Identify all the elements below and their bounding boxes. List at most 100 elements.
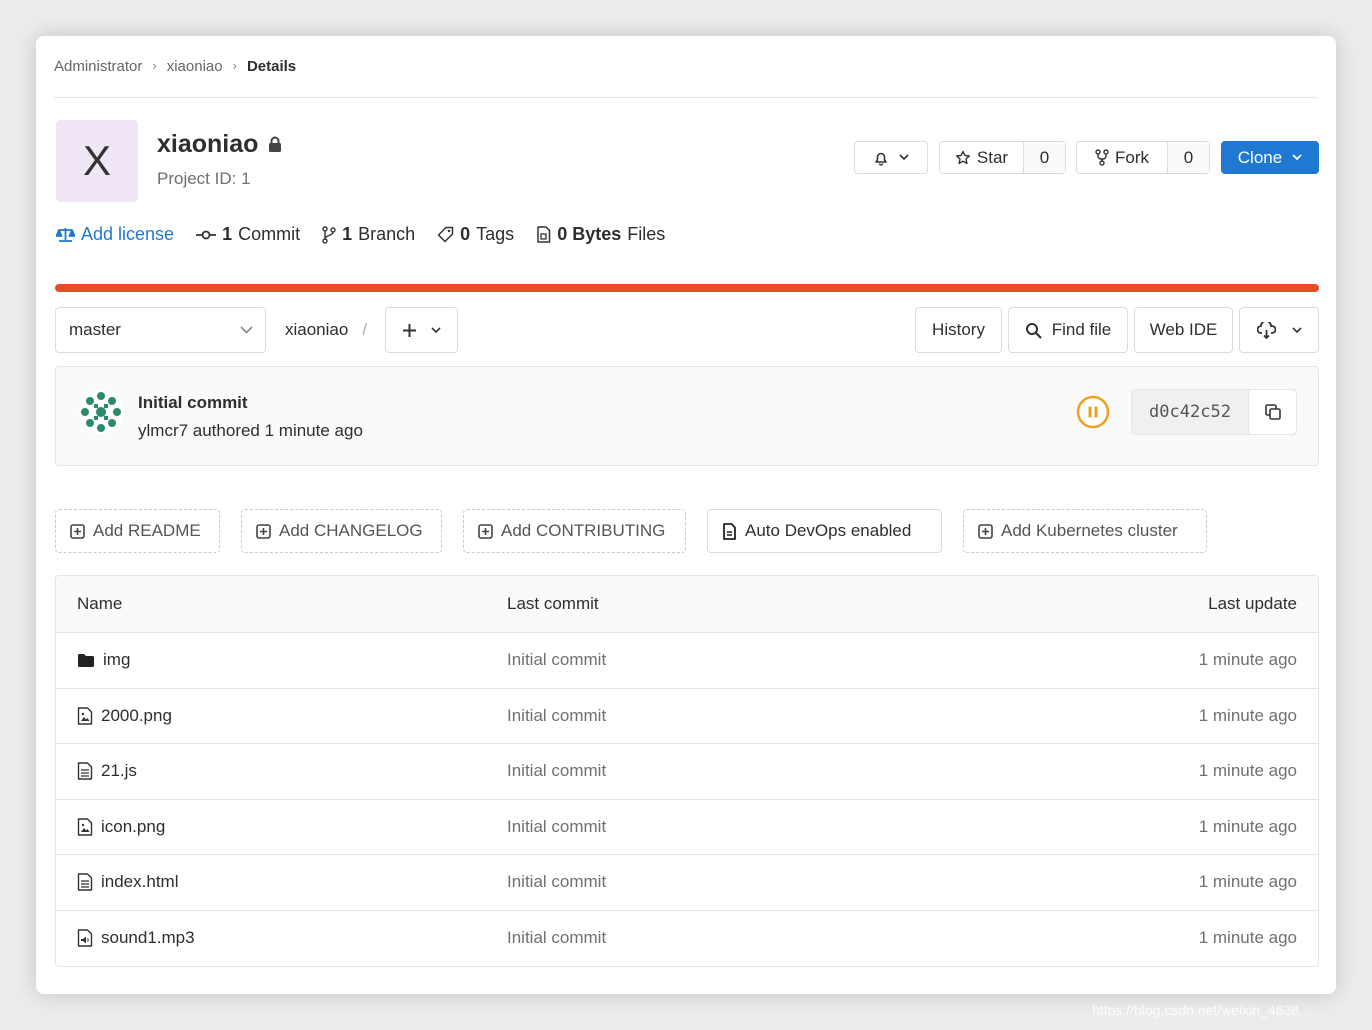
add-license-link[interactable]: Add license xyxy=(56,224,174,245)
add-contributing-button[interactable]: Add CONTRIBUTING xyxy=(463,509,686,553)
add-changelog-label: Add CHANGELOG xyxy=(279,521,423,540)
commit-message-cell[interactable]: Initial commit xyxy=(507,817,606,837)
add-readme-label: Add README xyxy=(93,521,201,540)
table-row[interactable]: 2000.png Initial commit 1 minute ago xyxy=(56,689,1318,744)
commit-icon xyxy=(196,229,217,241)
header-name: Name xyxy=(77,594,123,613)
last-update-cell: 1 minute ago xyxy=(1198,872,1297,892)
table-row[interactable]: img Initial commit 1 minute ago xyxy=(56,633,1318,689)
table-row[interactable]: sound1.mp3 Initial commit 1 minute ago xyxy=(56,911,1318,967)
add-file-dropdown[interactable] xyxy=(385,307,458,353)
plus-square-icon xyxy=(978,523,993,539)
star-label: Star xyxy=(976,147,1009,167)
chevron-down-icon xyxy=(1292,154,1302,161)
branches-count: 1 xyxy=(342,224,353,244)
clone-label: Clone xyxy=(1237,147,1283,167)
doc-icon xyxy=(722,522,737,540)
author-avatar[interactable] xyxy=(78,389,124,435)
add-license-label: Add license xyxy=(81,224,175,244)
auto-devops-button[interactable]: Auto DevOps enabled xyxy=(707,509,942,553)
repo-path-root[interactable]: xiaoniao xyxy=(285,320,348,339)
last-update-cell: 1 minute ago xyxy=(1198,761,1297,781)
auto-devops-label: Auto DevOps enabled xyxy=(745,521,912,540)
commit-sha-group: d0c42c52 xyxy=(1131,389,1297,435)
last-update-cell: 1 minute ago xyxy=(1198,816,1297,836)
star-button[interactable]: Star xyxy=(940,142,1023,173)
notification-dropdown[interactable] xyxy=(854,141,928,174)
chevron-down-icon xyxy=(899,154,909,161)
file-name-cell[interactable]: index.html xyxy=(77,872,178,892)
copy-icon xyxy=(1264,403,1282,421)
plus-icon xyxy=(402,323,417,338)
fork-label: Fork xyxy=(1115,147,1149,167)
commit-sha[interactable]: d0c42c52 xyxy=(1132,390,1249,434)
star-count[interactable]: 0 xyxy=(1023,142,1065,173)
file-name-cell[interactable]: 21.js xyxy=(77,761,137,781)
chevron-right-icon: › xyxy=(232,58,237,73)
breadcrumb-current[interactable]: Details xyxy=(247,58,296,75)
copy-sha-button[interactable] xyxy=(1249,390,1296,434)
last-update-cell: 1 minute ago xyxy=(1198,705,1297,725)
commits-count: 1 xyxy=(222,224,233,244)
lock-icon xyxy=(268,136,282,153)
plus-square-icon xyxy=(256,523,271,539)
table-row[interactable]: index.html Initial commit 1 minute ago xyxy=(56,855,1318,911)
cloud-download-icon xyxy=(1256,321,1276,339)
commit-message-cell[interactable]: Initial commit xyxy=(507,928,606,948)
file-name: index.html xyxy=(101,872,179,892)
file-tree-table: Name Last commit Last update img Initial… xyxy=(55,575,1319,967)
file-name-cell[interactable]: img xyxy=(77,650,130,670)
add-changelog-button[interactable]: Add CHANGELOG xyxy=(241,509,442,553)
files-size-link[interactable]: 0 Bytes Files xyxy=(536,224,665,245)
commits-link[interactable]: 1 Commit xyxy=(196,224,300,245)
star-button-group: Star 0 xyxy=(939,141,1066,174)
commits-label: Commit xyxy=(238,224,301,244)
history-button[interactable]: History xyxy=(915,307,1002,353)
commit-message-cell[interactable]: Initial commit xyxy=(507,872,606,892)
text-file-icon xyxy=(77,873,93,891)
branches-label: Branch xyxy=(358,224,416,244)
search-icon xyxy=(1025,322,1042,339)
tag-icon xyxy=(437,226,454,243)
last-commit-panel: Initial commit ylmcr7 authored 1 minute … xyxy=(55,366,1319,466)
tags-label: Tags xyxy=(476,224,515,244)
fork-count[interactable]: 0 xyxy=(1167,142,1209,173)
add-kubernetes-label: Add Kubernetes cluster xyxy=(1001,521,1178,540)
fork-button[interactable]: Fork xyxy=(1077,142,1167,173)
find-file-button[interactable]: Find file xyxy=(1008,307,1128,353)
file-name-cell[interactable]: 2000.png xyxy=(77,706,172,726)
file-name: img xyxy=(103,650,131,670)
file-name-cell[interactable]: icon.png xyxy=(77,817,165,837)
branch-name: master xyxy=(69,320,121,339)
file-name: 21.js xyxy=(101,761,137,781)
scale-icon xyxy=(56,227,75,243)
commit-title[interactable]: Initial commit xyxy=(138,393,248,413)
download-dropdown[interactable] xyxy=(1239,307,1319,353)
header-last-commit: Last commit xyxy=(507,594,599,613)
breadcrumb-project[interactable]: xiaoniao xyxy=(167,58,223,75)
gitlab-project-window: Administrator › xiaoniao › Details X xia… xyxy=(36,36,1336,994)
pipeline-paused-icon[interactable] xyxy=(1076,395,1110,429)
file-name-cell[interactable]: sound1.mp3 xyxy=(77,928,195,948)
clone-button[interactable]: Clone xyxy=(1221,141,1319,174)
header-last-update: Last update xyxy=(1208,594,1297,613)
table-row[interactable]: icon.png Initial commit 1 minute ago xyxy=(56,800,1318,855)
table-row[interactable]: 21.js Initial commit 1 minute ago xyxy=(56,744,1318,800)
last-update-cell: 1 minute ago xyxy=(1198,650,1297,670)
add-kubernetes-button[interactable]: Add Kubernetes cluster xyxy=(963,509,1207,553)
last-update-cell: 1 minute ago xyxy=(1198,928,1297,948)
branches-link[interactable]: 1 Branch xyxy=(322,224,415,245)
branch-selector[interactable]: master xyxy=(55,307,266,353)
commit-message-cell[interactable]: Initial commit xyxy=(507,650,606,670)
repository-language-bar xyxy=(55,284,1319,292)
commit-message-cell[interactable]: Initial commit xyxy=(507,706,606,726)
breadcrumb: Administrator › xiaoniao › Details xyxy=(54,58,1318,98)
repo-path: xiaoniao / xyxy=(285,320,367,340)
breadcrumb-admin[interactable]: Administrator xyxy=(54,58,142,75)
add-readme-button[interactable]: Add README xyxy=(55,509,220,553)
file-name: 2000.png xyxy=(101,705,172,725)
commit-message-cell[interactable]: Initial commit xyxy=(507,761,606,781)
tags-link[interactable]: 0 Tags xyxy=(437,224,514,245)
web-ide-button[interactable]: Web IDE xyxy=(1134,307,1233,353)
chevron-down-icon xyxy=(240,326,253,334)
